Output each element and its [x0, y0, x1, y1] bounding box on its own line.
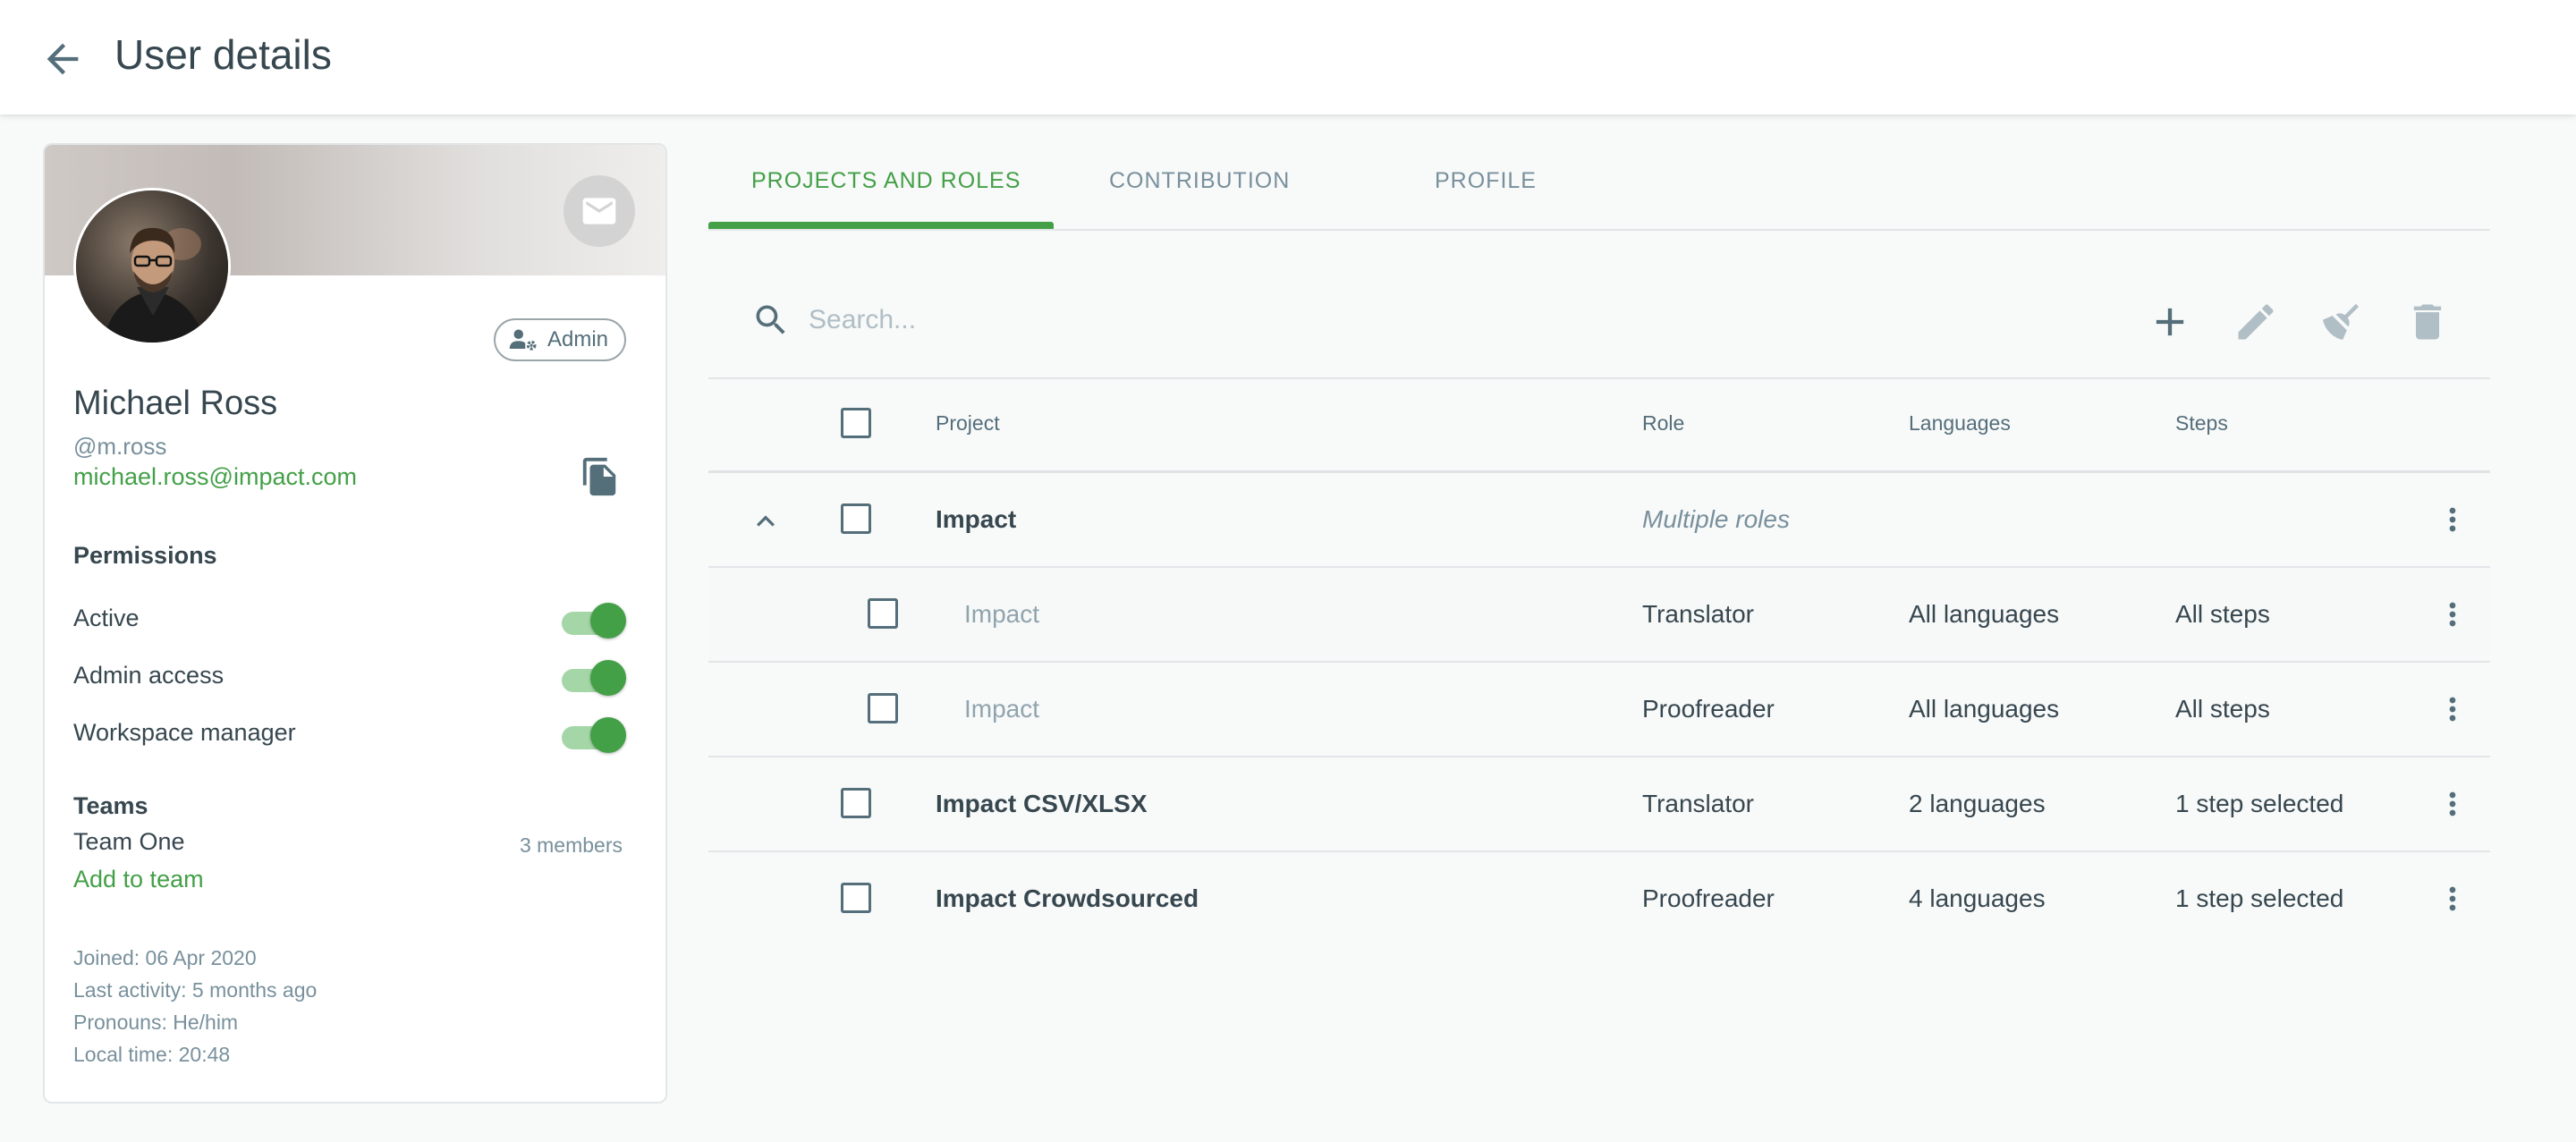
back-arrow-icon[interactable] — [39, 36, 86, 82]
projects-table: Project Role Languages Steps Impact Mult… — [708, 377, 2490, 945]
table-row[interactable]: Impact Translator All languages All step… — [708, 568, 2490, 663]
more-vert-icon[interactable] — [2435, 500, 2470, 539]
project-name: Impact — [936, 505, 1017, 533]
tab-profile[interactable]: PROFILE — [1435, 168, 1537, 194]
column-header-steps: Steps — [2175, 411, 2228, 435]
languages-value: All languages — [1909, 600, 2060, 628]
copy-icon[interactable] — [580, 454, 621, 499]
column-header-project: Project — [936, 411, 1000, 435]
permission-row-admin: Admin access — [73, 656, 628, 698]
row-checkbox[interactable] — [868, 598, 898, 629]
table-row[interactable]: Impact Multiple roles — [708, 473, 2490, 568]
more-vert-icon[interactable] — [2435, 879, 2470, 918]
user-email-link[interactable]: michael.ross@impact.com — [73, 463, 357, 491]
last-activity: Last activity: 5 months ago — [73, 978, 318, 1002]
clear-icon[interactable] — [2318, 299, 2365, 345]
role-value: Proofreader — [1642, 884, 1775, 912]
role-value: Proofreader — [1642, 695, 1775, 723]
role-value: Multiple roles — [1642, 505, 1790, 533]
steps-value: All steps — [2175, 695, 2270, 723]
table-row[interactable]: Impact CSV/XLSX Translator 2 languages 1… — [708, 757, 2490, 852]
search-icon — [751, 300, 791, 340]
table-header: Project Role Languages Steps — [708, 377, 2490, 473]
column-header-role: Role — [1642, 411, 1685, 435]
project-name: Impact — [964, 695, 1040, 723]
role-badge-label: Admin — [547, 327, 609, 351]
column-header-languages: Languages — [1909, 411, 2011, 435]
pronouns: Pronouns: He/him — [73, 1011, 239, 1034]
project-name: Impact — [964, 600, 1040, 628]
page-title: User details — [114, 31, 332, 78]
row-checkbox[interactable] — [841, 883, 871, 913]
tab-contribution[interactable]: CONTRIBUTION — [1109, 168, 1290, 194]
search-input[interactable] — [807, 297, 1526, 343]
mail-icon — [582, 198, 616, 224]
chevron-up-icon[interactable] — [748, 503, 784, 539]
profile-card: Admin Michael Ross @m.ross michael.ross@… — [43, 143, 667, 1104]
permission-row-active: Active — [73, 599, 628, 640]
permission-row-workspace: Workspace manager — [73, 714, 628, 755]
more-vert-icon[interactable] — [2435, 689, 2470, 729]
send-message-button[interactable] — [564, 175, 635, 247]
team-name: Team One — [73, 828, 185, 855]
active-toggle[interactable] — [558, 601, 628, 639]
project-name: Impact CSV/XLSX — [936, 790, 1148, 817]
row-checkbox[interactable] — [841, 503, 871, 534]
local-time: Local time: 20:48 — [73, 1043, 231, 1066]
row-checkbox[interactable] — [841, 788, 871, 818]
avatar — [73, 188, 231, 345]
row-checkbox[interactable] — [868, 693, 898, 723]
add-icon[interactable] — [2147, 299, 2193, 345]
permission-label: Active — [73, 605, 140, 631]
permission-label: Workspace manager — [73, 719, 296, 746]
user-handle: @m.ross — [73, 433, 167, 460]
top-bar: User details — [0, 0, 2576, 114]
joined-date: Joined: 06 Apr 2020 — [73, 946, 257, 969]
tab-projects-and-roles[interactable]: PROJECTS AND ROLES — [751, 168, 1021, 194]
project-name: Impact Crowdsourced — [936, 884, 1199, 912]
role-value: Translator — [1642, 790, 1755, 817]
add-to-team-link[interactable]: Add to team — [73, 866, 204, 893]
role-value: Translator — [1642, 600, 1755, 628]
user-name: Michael Ross — [73, 385, 278, 422]
more-vert-icon[interactable] — [2435, 595, 2470, 634]
tab-bar: PROJECTS AND ROLES CONTRIBUTION PROFILE — [708, 143, 2490, 231]
workspace-manager-toggle[interactable] — [558, 715, 628, 753]
steps-value: 1 step selected — [2175, 790, 2344, 817]
languages-value: All languages — [1909, 695, 2060, 723]
table-row[interactable]: Impact Crowdsourced Proofreader 4 langua… — [708, 852, 2490, 945]
table-toolbar — [708, 268, 2490, 379]
teams-title: Teams — [73, 792, 148, 819]
delete-icon[interactable] — [2404, 299, 2451, 345]
team-member-count: 3 members — [519, 833, 623, 857]
active-tab-indicator — [708, 222, 1054, 229]
select-all-checkbox[interactable] — [841, 408, 871, 438]
admin-user-icon — [509, 329, 537, 351]
more-vert-icon[interactable] — [2435, 784, 2470, 824]
languages-value: 2 languages — [1909, 790, 2046, 817]
languages-value: 4 languages — [1909, 884, 2046, 912]
permissions-title: Permissions — [73, 542, 217, 569]
steps-value: All steps — [2175, 600, 2270, 628]
steps-value: 1 step selected — [2175, 884, 2344, 912]
edit-icon[interactable] — [2233, 299, 2279, 345]
admin-access-toggle[interactable] — [558, 658, 628, 696]
permission-label: Admin access — [73, 662, 225, 689]
table-row[interactable]: Impact Proofreader All languages All ste… — [708, 663, 2490, 757]
role-badge: Admin — [494, 318, 627, 361]
